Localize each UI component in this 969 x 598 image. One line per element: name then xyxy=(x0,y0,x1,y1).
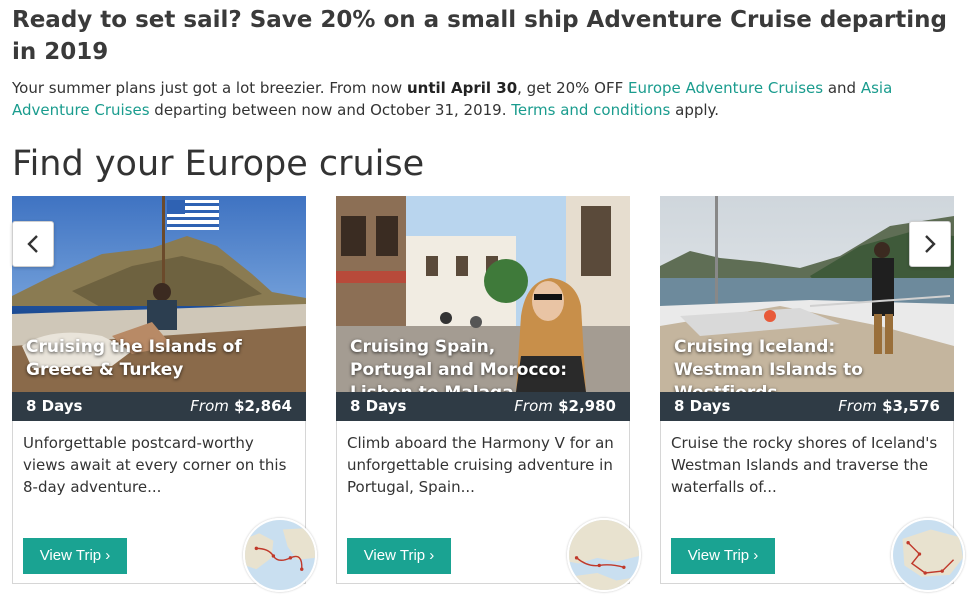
chevron-left-icon xyxy=(27,235,38,253)
promo-text: Your summer plans just got a lot breezie… xyxy=(12,77,957,121)
price-value: $2,980 xyxy=(558,397,616,415)
promo-text-part: and xyxy=(823,79,861,97)
route-map-thumbnail[interactable] xyxy=(891,518,965,592)
trip-price: From $2,864 xyxy=(190,397,292,415)
route-map-thumbnail[interactable] xyxy=(243,518,317,592)
price-bar: 8 Days From $3,576 xyxy=(660,392,954,421)
view-trip-button[interactable]: View Trip › xyxy=(347,538,451,574)
trip-price: From $2,980 xyxy=(514,397,616,415)
carousel-prev-button[interactable] xyxy=(12,221,54,267)
price-from-label: From xyxy=(838,397,877,415)
cruise-photo[interactable]: Cruising the Islands of Greece & Turkey xyxy=(12,196,306,392)
promo-text-part: , get 20% OFF xyxy=(517,79,629,97)
chevron-right-icon xyxy=(925,235,936,253)
price-value: $3,576 xyxy=(882,397,940,415)
cruise-card-spain[interactable]: Cruising Spain, Portugal and Morocco: Li… xyxy=(336,196,641,592)
promo-title: Ready to set sail? Save 20% on a small s… xyxy=(12,7,947,65)
route-map xyxy=(245,520,315,590)
price-value: $2,864 xyxy=(234,397,292,415)
route-map xyxy=(569,520,639,590)
price-from-label: From xyxy=(190,397,229,415)
price-bar: 8 Days From $2,980 xyxy=(336,392,630,421)
promo-text-part: apply. xyxy=(670,101,720,119)
trip-duration: 8 Days xyxy=(674,397,731,415)
section-title: Find your Europe cruise xyxy=(12,144,425,184)
trip-description: Unforgettable postcard-worthy views awai… xyxy=(23,434,287,496)
cruise-title: Cruising Iceland: Westman Islands to Wes… xyxy=(674,337,863,392)
heart-icon[interactable] xyxy=(584,350,616,380)
promo-text-part: departing between now and October 31, 20… xyxy=(149,101,512,119)
europe-cruises-link[interactable]: Europe Adventure Cruises xyxy=(628,79,823,97)
route-map-thumbnail[interactable] xyxy=(567,518,641,592)
terms-link[interactable]: Terms and conditions xyxy=(511,101,670,119)
trip-description: Climb aboard the Harmony V for an unforg… xyxy=(347,434,614,496)
cruise-photo[interactable]: Cruising Spain, Portugal and Morocco: Li… xyxy=(336,196,630,392)
cruise-card-greece[interactable]: Cruising the Islands of Greece & Turkey … xyxy=(12,196,317,592)
promo-text-part: Your summer plans just got a lot breezie… xyxy=(12,79,407,97)
promo-deadline: until April 30 xyxy=(406,79,518,97)
carousel-next-button[interactable] xyxy=(909,221,951,267)
price-bar: 8 Days From $2,864 xyxy=(12,392,306,421)
trip-price: From $3,576 xyxy=(838,397,940,415)
heart-icon[interactable] xyxy=(908,350,940,380)
view-trip-button[interactable]: View Trip › xyxy=(23,538,127,574)
trip-duration: 8 Days xyxy=(26,397,83,415)
cruise-title: Cruising the Islands of Greece & Turkey xyxy=(26,337,242,380)
view-trip-button[interactable]: View Trip › xyxy=(671,538,775,574)
heart-icon[interactable] xyxy=(260,350,292,380)
cruise-title: Cruising Spain, Portugal and Morocco: Li… xyxy=(350,337,568,392)
trip-duration: 8 Days xyxy=(350,397,407,415)
trip-description: Cruise the rocky shores of Iceland's Wes… xyxy=(671,434,938,496)
price-from-label: From xyxy=(514,397,553,415)
route-map xyxy=(893,520,963,590)
